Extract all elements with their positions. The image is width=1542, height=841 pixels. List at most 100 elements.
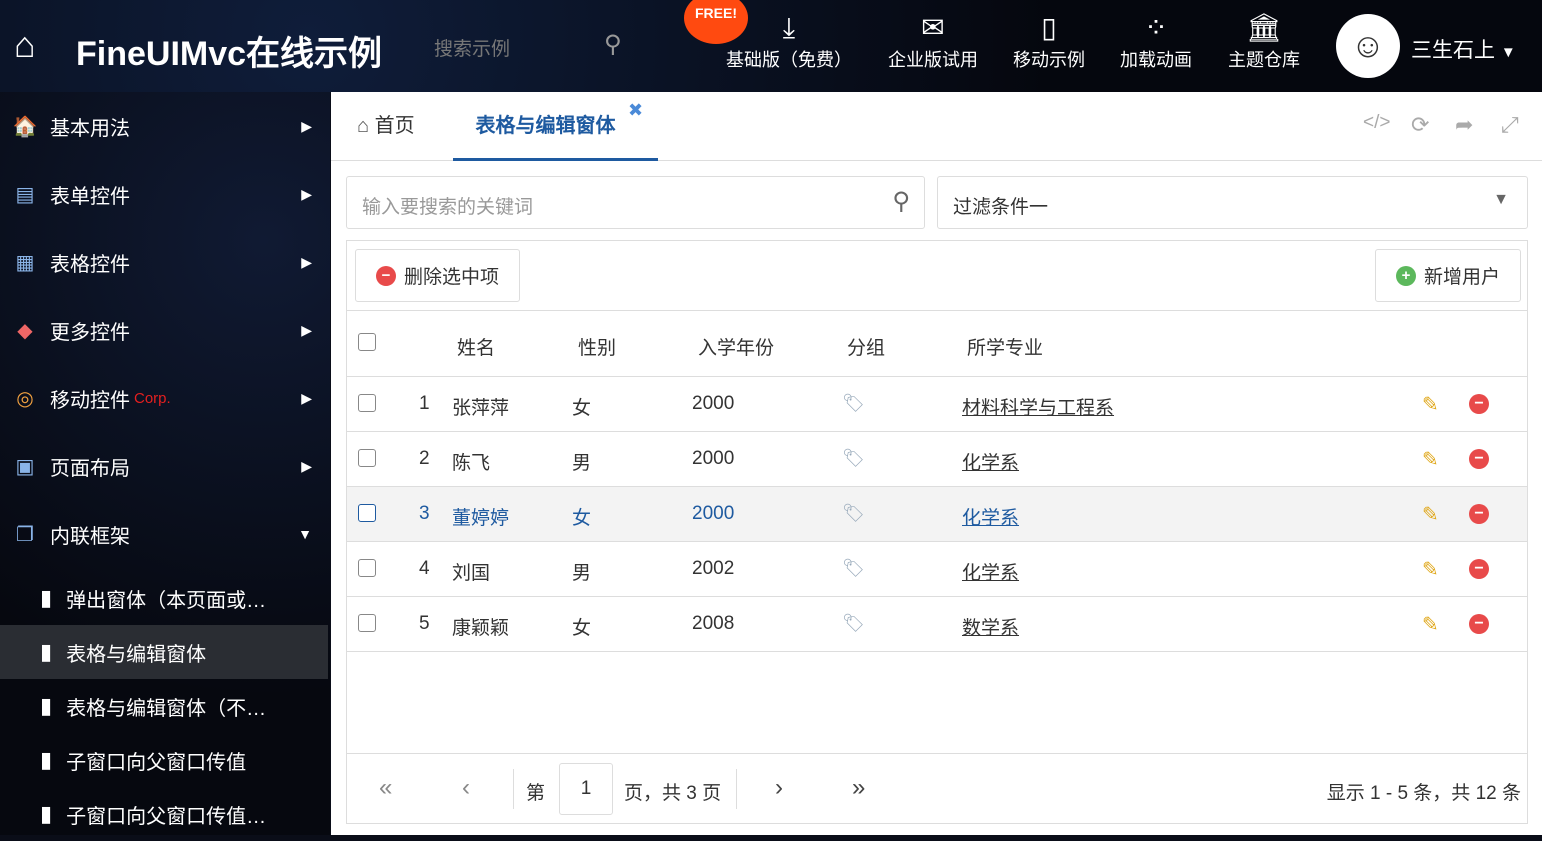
cell-year: 2000	[692, 393, 735, 414]
sidebar-item-more[interactable]: ◆ 更多控件 ▶	[0, 296, 330, 364]
sidebar-sub-item[interactable]: ▮ 子窗口向父窗口传值…	[0, 787, 328, 841]
code-icon[interactable]: </>	[1363, 112, 1390, 134]
last-page-icon[interactable]: »	[852, 774, 865, 802]
table-row[interactable]: 5 康颖颖 女 2008 🏷 数学系 ✎ −	[347, 597, 1527, 652]
file-icon: ▮	[40, 747, 53, 772]
delete-row-icon[interactable]: −	[1469, 504, 1489, 524]
table-row[interactable]: 2 陈飞 男 2000 🏷 化学系 ✎ −	[347, 432, 1527, 487]
table-row[interactable]: 1 张萍萍 女 2000 🏷 材料科学与工程系 ✎ −	[347, 377, 1527, 432]
nav-mobile[interactable]: ▯ 移动示例	[1013, 10, 1085, 72]
row-checkbox[interactable]	[358, 614, 376, 632]
filter-select[interactable]: 过滤条件一 ▼	[937, 176, 1528, 229]
sidebar-sub-item[interactable]: ▮ 子窗口向父窗口传值	[0, 733, 328, 787]
avatar[interactable]: ☺	[1336, 14, 1400, 78]
edit-pencil-icon[interactable]: ✎	[1422, 612, 1439, 637]
home-icon: 🏠	[12, 115, 38, 138]
select-all-checkbox[interactable]	[358, 333, 376, 351]
header-search-input[interactable]: 搜索示例	[434, 34, 510, 61]
home-icon[interactable]: ⌂	[14, 24, 36, 66]
tag-icon: 🏷	[842, 448, 865, 468]
close-icon[interactable]: ✖	[628, 100, 643, 121]
user-menu[interactable]: 三生石上 ▼	[1411, 34, 1516, 64]
row-checkbox[interactable]	[358, 449, 376, 467]
sidebar-item-grid[interactable]: ▦ 表格控件 ▶	[0, 228, 330, 296]
edit-pencil-icon[interactable]: ✎	[1422, 502, 1439, 527]
search-input[interactable]: 输入要搜索的关键词 ⚲	[346, 176, 925, 229]
cell-major-link[interactable]: 材料科学与工程系	[962, 393, 1114, 420]
sidebar-item-layout[interactable]: ▣ 页面布局 ▶	[0, 432, 330, 500]
cell-year: 2008	[692, 613, 735, 634]
app-title[interactable]: FineUIMvc在线示例	[76, 26, 382, 75]
column-header[interactable]: 所学专业	[967, 333, 1043, 360]
cell-name: 刘国	[452, 563, 491, 584]
row-checkbox[interactable]	[358, 504, 376, 522]
page-total: 页，共 3 页	[624, 783, 722, 804]
cell-name: 康颖颖	[452, 618, 510, 639]
expand-icon[interactable]: ⤢	[1501, 112, 1519, 138]
envelope-icon: ✉	[921, 12, 945, 43]
caret-down-icon: ▼	[1493, 191, 1509, 208]
caret-right-icon: ▶	[301, 185, 312, 202]
sidebar-sub-item[interactable]: ▮ 弹出窗体（本页面或…	[0, 571, 328, 625]
cell-major-link[interactable]: 化学系	[962, 448, 1019, 475]
form-icon: ▤	[15, 183, 35, 206]
next-page-icon[interactable]: ›	[775, 774, 783, 802]
column-header[interactable]: 入学年份	[698, 333, 774, 360]
table-icon: ▦	[15, 251, 35, 274]
column-header[interactable]: 姓名	[457, 333, 495, 360]
row-number: 5	[419, 613, 430, 634]
file-icon: ▮	[40, 639, 53, 664]
nav-enterprise[interactable]: ✉ 企业版试用	[888, 10, 978, 72]
caret-right-icon: ▶	[301, 457, 312, 474]
tab-home[interactable]: ⌂ 首页	[357, 92, 415, 161]
edit-pencil-icon[interactable]: ✎	[1422, 557, 1439, 582]
search-icon[interactable]: ⚲	[892, 187, 910, 216]
first-page-icon[interactable]: «	[379, 774, 392, 802]
cell-gender: 女	[572, 618, 592, 639]
cell-major-link[interactable]: 数学系	[962, 613, 1019, 640]
file-icon: ▮	[40, 801, 53, 826]
delete-row-icon[interactable]: −	[1469, 559, 1489, 579]
refresh-icon[interactable]: ⟳	[1411, 112, 1429, 138]
edit-pencil-icon[interactable]: ✎	[1422, 447, 1439, 472]
add-user-button[interactable]: + 新增用户	[1374, 249, 1521, 302]
main-panel: ⌂ 首页 表格与编辑窗体 ✖ </> ⟳ ➦ ⤢ 输入要搜索的关键词 ⚲ 过滤条件…	[331, 92, 1542, 835]
sidebar-item-form[interactable]: ▤ 表单控件 ▶	[0, 160, 330, 228]
table-row[interactable]: 3 董婷婷 女 2000 🏷 化学系 ✎ −	[347, 487, 1527, 542]
prev-page-icon[interactable]: ‹	[462, 774, 470, 802]
corp-badge: Corp.	[134, 389, 171, 407]
row-number: 4	[419, 558, 430, 579]
sidebar-sub-item-active[interactable]: ▮ 表格与编辑窗体	[0, 625, 328, 679]
row-number: 1	[419, 393, 430, 414]
sidebar-item-basic[interactable]: 🏠 基本用法 ▶	[0, 92, 330, 160]
column-header[interactable]: 性别	[578, 333, 616, 360]
tag-icon: 🏷	[842, 558, 865, 578]
delete-row-icon[interactable]: −	[1469, 394, 1489, 414]
delete-selected-button[interactable]: − 删除选中项	[355, 249, 521, 302]
nav-loading[interactable]: ⁘ 加载动画	[1120, 10, 1192, 72]
download-icon: ⤓	[782, 12, 796, 43]
search-icon[interactable]: ⚲	[604, 30, 622, 59]
row-number: 2	[419, 448, 430, 469]
table-row[interactable]: 4 刘国 男 2002 🏷 化学系 ✎ −	[347, 542, 1527, 597]
caret-right-icon: ▶	[301, 253, 312, 270]
cell-name: 董婷婷	[452, 508, 510, 529]
cell-major-link[interactable]: 化学系	[962, 558, 1019, 585]
sidebar-sub-item[interactable]: ▮ 表格与编辑窗体（不…	[0, 679, 328, 733]
cell-year: 2000	[692, 503, 735, 524]
row-checkbox[interactable]	[358, 559, 376, 577]
cell-major-link[interactable]: 化学系	[962, 503, 1019, 530]
sidebar-item-mobile[interactable]: ◎ 移动控件 Corp. ▶	[0, 364, 330, 432]
nav-themes[interactable]: 🏛 主题仓库	[1228, 10, 1300, 72]
delete-row-icon[interactable]: −	[1469, 614, 1489, 634]
sidebar-item-iframe[interactable]: ❐ 内联框架 ▼	[0, 500, 330, 568]
tag-icon: 🏷	[842, 613, 865, 633]
delete-row-icon[interactable]: −	[1469, 449, 1489, 469]
nav-basic[interactable]: ⤓ 基础版（免费）	[726, 10, 852, 72]
share-icon[interactable]: ➦	[1455, 112, 1473, 138]
row-checkbox[interactable]	[358, 394, 376, 412]
pager: « ‹ 第 1 页，共 3 页 › » 显示 1 - 5 条，共 12 条	[347, 753, 1527, 823]
column-header[interactable]: 分组	[847, 333, 885, 360]
page-input[interactable]: 1	[559, 763, 613, 815]
edit-pencil-icon[interactable]: ✎	[1422, 392, 1439, 417]
